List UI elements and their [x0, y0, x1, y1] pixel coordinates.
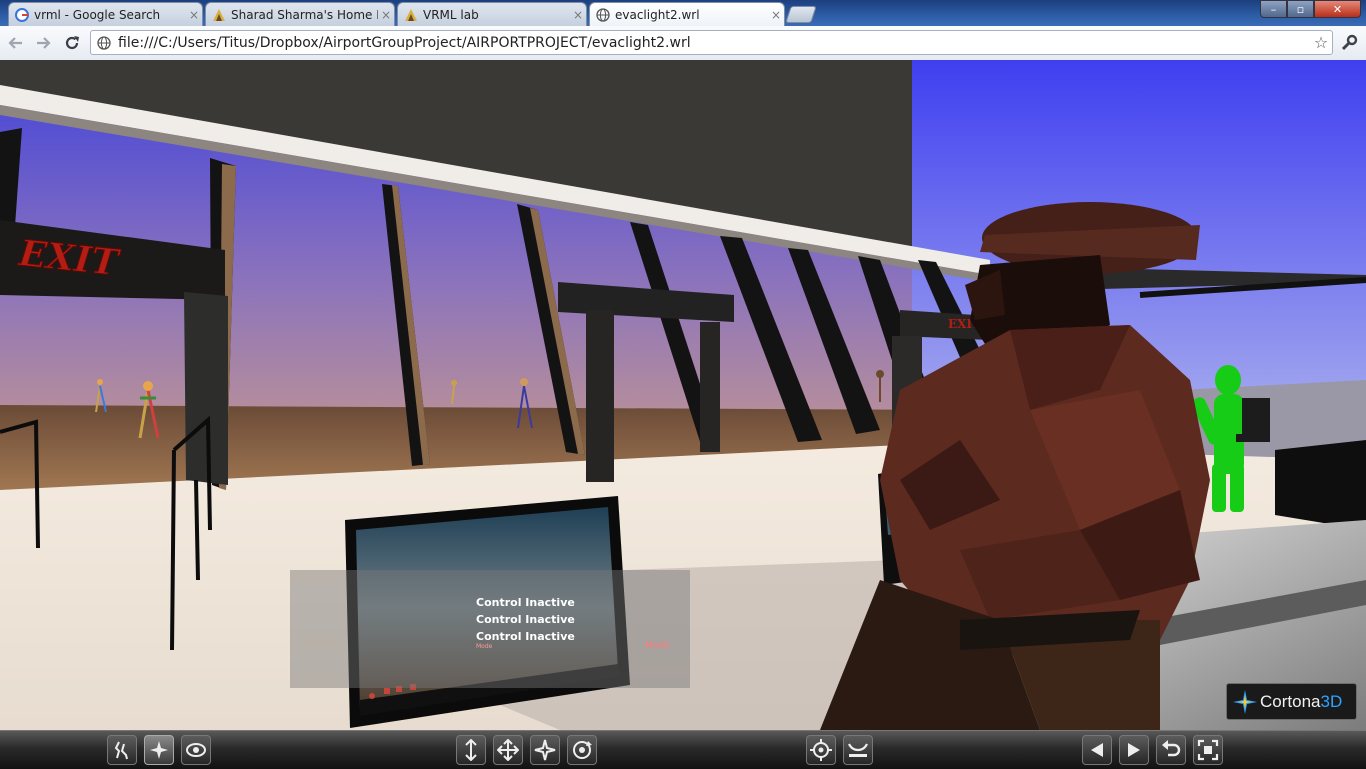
reload-icon — [65, 36, 79, 50]
cortona-control-bar — [0, 730, 1366, 769]
new-tab-button[interactable] — [785, 6, 817, 23]
previous-viewpoint-icon — [1091, 743, 1103, 757]
address-text[interactable]: file:///C:/Users/Titus/Dropbox/AirportGr… — [118, 35, 1310, 51]
tab-close-icon[interactable]: × — [570, 8, 586, 22]
tab-title: Sharad Sharma's Home Pag — [231, 7, 378, 22]
cortona3d-logo[interactable]: Cortona 3D — [1226, 683, 1357, 720]
tab-title: vrml - Google Search — [34, 7, 161, 22]
pencil-page-icon — [404, 8, 418, 22]
close-window-button[interactable]: ✕ — [1314, 0, 1361, 18]
previous-viewpoint-button[interactable] — [1082, 735, 1112, 765]
forward-arrow-icon — [37, 37, 51, 49]
tab-sharad-sharma-home[interactable]: Sharad Sharma's Home Pag × — [205, 2, 395, 26]
forward-button[interactable] — [31, 31, 55, 55]
cortona-brand-3d: 3D — [1320, 691, 1343, 711]
roll-button[interactable] — [567, 735, 597, 765]
pan-icon — [497, 739, 519, 761]
next-viewpoint-icon — [1128, 743, 1140, 757]
walk-mode-button[interactable] — [107, 735, 137, 765]
tab-vrml-lab[interactable]: VRML lab × — [397, 2, 587, 26]
next-viewpoint-button[interactable] — [1119, 735, 1149, 765]
fit-icon — [1197, 739, 1219, 761]
globe-icon — [596, 8, 610, 22]
restore-button[interactable] — [1156, 735, 1186, 765]
tab-close-icon[interactable]: × — [186, 8, 202, 22]
goto-icon — [810, 739, 832, 761]
bookmark-star-icon[interactable]: ☆ — [1310, 33, 1332, 52]
plan-icon — [465, 739, 477, 761]
walk-mode-icon — [114, 741, 128, 760]
hud-line-3: Control Inactive — [476, 630, 575, 643]
align-icon — [848, 743, 868, 757]
fit-button[interactable] — [1193, 735, 1223, 765]
roll-icon — [573, 741, 592, 759]
wrench-menu-icon[interactable] — [1337, 31, 1361, 55]
hud-mode-small: Mode — [476, 643, 493, 650]
hud-line-2: Control Inactive — [476, 613, 575, 626]
reload-button[interactable] — [60, 31, 84, 55]
plan-button[interactable] — [456, 735, 486, 765]
turn-button[interactable] — [530, 735, 560, 765]
vrml-viewport[interactable]: EXIT EXIT Control Inactive Control Inact… — [0, 60, 1366, 730]
minimize-button[interactable]: – — [1260, 0, 1287, 18]
align-button[interactable] — [843, 735, 873, 765]
cortona-star-icon — [1230, 687, 1260, 717]
tab-vrml-google-search[interactable]: vrml - Google Search × — [8, 2, 203, 26]
study-mode-icon — [186, 743, 206, 757]
maximize-button[interactable]: ▫ — [1287, 0, 1314, 18]
back-button[interactable] — [4, 31, 28, 55]
back-arrow-icon — [8, 37, 22, 49]
pencil-page-icon — [212, 8, 226, 22]
address-bar[interactable]: file:///C:/Users/Titus/Dropbox/AirportGr… — [90, 30, 1333, 55]
goto-button[interactable] — [806, 735, 836, 765]
google-icon — [15, 7, 29, 22]
browser-toolbar: file:///C:/Users/Titus/Dropbox/AirportGr… — [0, 26, 1366, 61]
restore-icon — [1162, 740, 1181, 757]
tab-evaclight2[interactable]: evaclight2.wrl × — [589, 2, 785, 27]
tab-title: evaclight2.wrl — [615, 8, 700, 22]
tab-close-icon[interactable]: × — [378, 8, 394, 22]
control-hud: Control Inactive Control Inactive Contro… — [290, 570, 690, 688]
fly-mode-icon — [150, 741, 168, 759]
tab-strip: vrml - Google Search × Sharad Sharma's H… — [0, 0, 1366, 27]
tab-close-icon[interactable]: × — [768, 8, 784, 22]
fly-mode-button[interactable] — [144, 735, 174, 765]
hud-line-1: Control Inactive — [476, 596, 575, 609]
page-icon — [96, 35, 112, 51]
cortona-brand: Cortona — [1260, 691, 1321, 711]
tab-title: VRML lab — [423, 7, 479, 22]
study-mode-button[interactable] — [181, 735, 211, 765]
hud-mode-label: Mode — [645, 641, 670, 651]
pan-button[interactable] — [493, 735, 523, 765]
turn-icon — [534, 739, 556, 761]
